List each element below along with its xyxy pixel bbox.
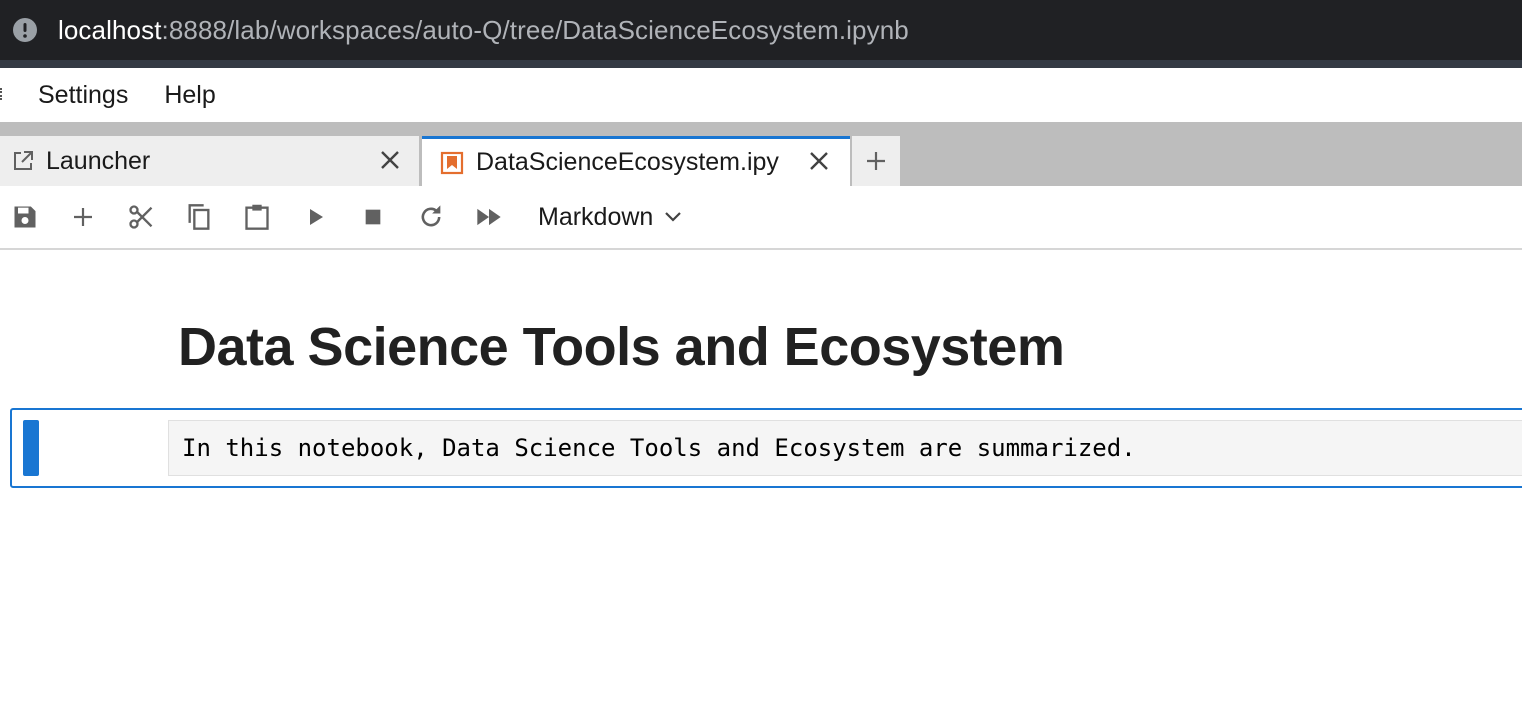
url-text[interactable]: localhost:8888/lab/workspaces/auto-Q/tre…	[58, 15, 909, 46]
run-icon	[310, 209, 323, 225]
paste-cell-button[interactable]	[242, 202, 272, 232]
markdown-heading[interactable]: Data Science Tools and Ecosystem	[178, 316, 1065, 378]
cut-icon	[129, 205, 153, 229]
address-bar[interactable]: localhost:8888/lab/workspaces/auto-Q/tre…	[0, 0, 1522, 60]
address-bar-divider	[0, 60, 1522, 68]
close-icon[interactable]	[808, 150, 830, 172]
menu-bar: Settings Help	[0, 68, 1522, 122]
notebook-icon	[440, 151, 464, 174]
new-tab-button[interactable]	[852, 136, 900, 186]
close-icon[interactable]	[379, 149, 401, 171]
cell-type-dropdown[interactable]: Markdown	[538, 200, 683, 234]
stop-icon	[365, 209, 381, 225]
url-path: :8888/lab/workspaces/auto-Q/tree/DataSci…	[161, 14, 909, 45]
cell-type-label: Markdown	[538, 202, 654, 231]
tab-notebook[interactable]: DataScienceEcosystem.ipy	[422, 136, 850, 186]
plus-icon	[867, 152, 885, 170]
copy-icon	[188, 204, 210, 230]
restart-icon	[421, 205, 441, 227]
launcher-icon	[14, 151, 33, 170]
save-button[interactable]	[10, 202, 40, 232]
cut-cell-button[interactable]	[126, 202, 156, 232]
tab-launcher[interactable]: Launcher	[0, 136, 420, 186]
info-circle-icon[interactable]	[12, 17, 38, 43]
chevron-down-icon	[665, 212, 682, 222]
paste-icon	[245, 204, 269, 230]
cell-editor[interactable]: In this notebook, Data Science Tools and…	[168, 420, 1522, 476]
truncated-menu-item[interactable]	[0, 88, 5, 100]
notebook-toolbar: Markdown	[0, 186, 1522, 250]
interrupt-kernel-button[interactable]	[358, 202, 388, 232]
insert-cell-button[interactable]	[68, 202, 98, 232]
notebook-panel: Data Science Tools and Ecosystem In this…	[0, 250, 1522, 726]
restart-kernel-button[interactable]	[416, 202, 446, 232]
cell-collapser[interactable]	[23, 420, 39, 476]
tab-launcher-label: Launcher	[46, 146, 151, 175]
add-icon	[74, 208, 92, 226]
active-markdown-cell[interactable]: In this notebook, Data Science Tools and…	[10, 408, 1522, 488]
tab-notebook-label: DataScienceEcosystem.ipy	[476, 148, 779, 176]
save-icon	[14, 206, 36, 228]
run-cell-button[interactable]	[300, 202, 330, 232]
cell-source-text: In this notebook, Data Science Tools and…	[182, 434, 1136, 462]
url-host: localhost	[58, 14, 162, 45]
tab-bar: Launcher DataScienceEcosystem.ipy	[0, 122, 1522, 186]
restart-run-all-button[interactable]	[474, 202, 504, 232]
menu-settings[interactable]: Settings	[38, 81, 128, 110]
copy-cell-button[interactable]	[184, 202, 214, 232]
fast-forward-icon	[477, 208, 501, 226]
menu-help[interactable]: Help	[164, 81, 215, 110]
